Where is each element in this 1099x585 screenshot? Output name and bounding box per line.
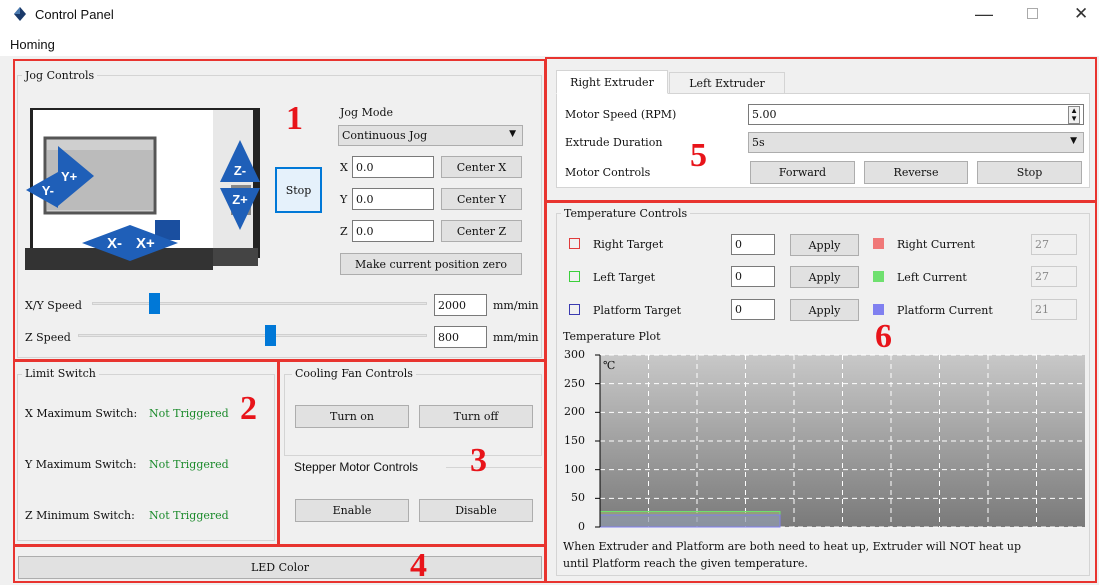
annotation-box-4 xyxy=(13,545,546,583)
annotation-number-3: 3 xyxy=(470,442,487,479)
app-logo-icon xyxy=(14,7,26,21)
maximize-icon[interactable] xyxy=(1027,8,1038,19)
annotation-box-2 xyxy=(13,360,279,546)
annotation-number-4: 4 xyxy=(410,547,427,584)
annotation-number-6: 6 xyxy=(875,318,892,355)
annotation-box-3 xyxy=(278,360,546,546)
minimize-icon[interactable]: — xyxy=(975,4,993,25)
annotation-box-1 xyxy=(13,59,546,361)
title-bar: Control Panel — ✕ xyxy=(0,0,1099,32)
menu-bar: Homing xyxy=(0,32,1099,56)
annotation-number-2: 2 xyxy=(240,390,257,427)
annotation-box-6 xyxy=(545,201,1097,583)
close-icon[interactable]: ✕ xyxy=(1074,4,1088,24)
annotation-number-5: 5 xyxy=(690,137,707,174)
window-title: Control Panel xyxy=(35,7,114,22)
menu-homing[interactable]: Homing xyxy=(10,37,55,52)
tab-right-extruder[interactable]: Right Extruder xyxy=(556,70,668,94)
annotation-number-1: 1 xyxy=(286,100,303,137)
